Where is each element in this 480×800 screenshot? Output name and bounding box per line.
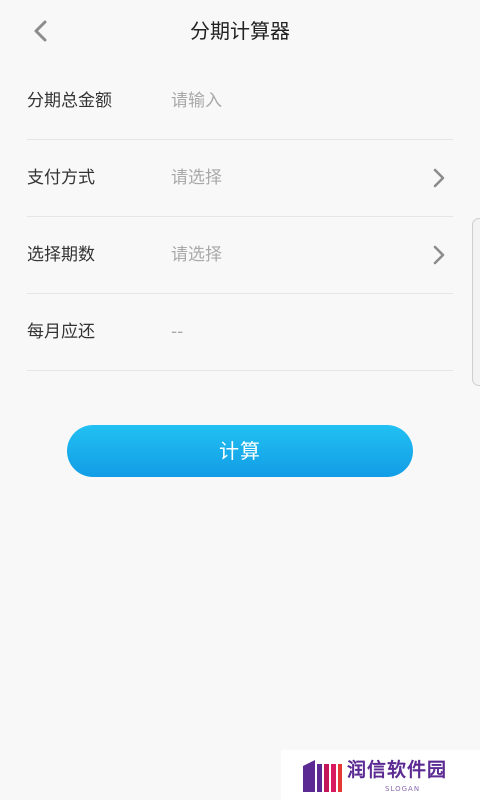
watermark: 润信软件园 SLOGAN	[281, 750, 480, 800]
navigation-bar: 分期计算器	[0, 0, 480, 62]
watermark-slogan: SLOGAN	[385, 785, 421, 793]
form-row-monthly-payment: 每月应还 --	[27, 294, 453, 371]
chevron-right-icon	[433, 168, 445, 188]
form-row-payment-method[interactable]: 支付方式 请选择	[27, 140, 453, 217]
form-row-installment-count[interactable]: 选择期数 请选择	[27, 217, 453, 294]
watermark-brand-name: 润信软件园	[347, 759, 448, 781]
installment-count-label: 选择期数	[27, 245, 95, 265]
form-row-total-amount: 分期总金额	[27, 63, 453, 140]
page-title: 分期计算器	[190, 19, 290, 43]
payment-method-label: 支付方式	[27, 168, 95, 188]
installment-form: 分期总金额 支付方式 请选择 选择期数 请选择 每月应还 --	[27, 63, 453, 371]
chevron-right-icon	[433, 245, 445, 265]
calculate-button[interactable]: 计算	[67, 425, 413, 477]
installment-count-select[interactable]: 请选择	[171, 241, 411, 269]
building-logo-icon	[303, 760, 342, 792]
total-amount-input[interactable]	[171, 87, 411, 115]
monthly-payment-label: 每月应还	[27, 322, 95, 342]
payment-method-select[interactable]: 请选择	[171, 164, 411, 192]
monthly-payment-value: --	[171, 322, 184, 342]
edge-panel-handle[interactable]	[472, 218, 480, 386]
total-amount-label: 分期总金额	[27, 91, 112, 111]
